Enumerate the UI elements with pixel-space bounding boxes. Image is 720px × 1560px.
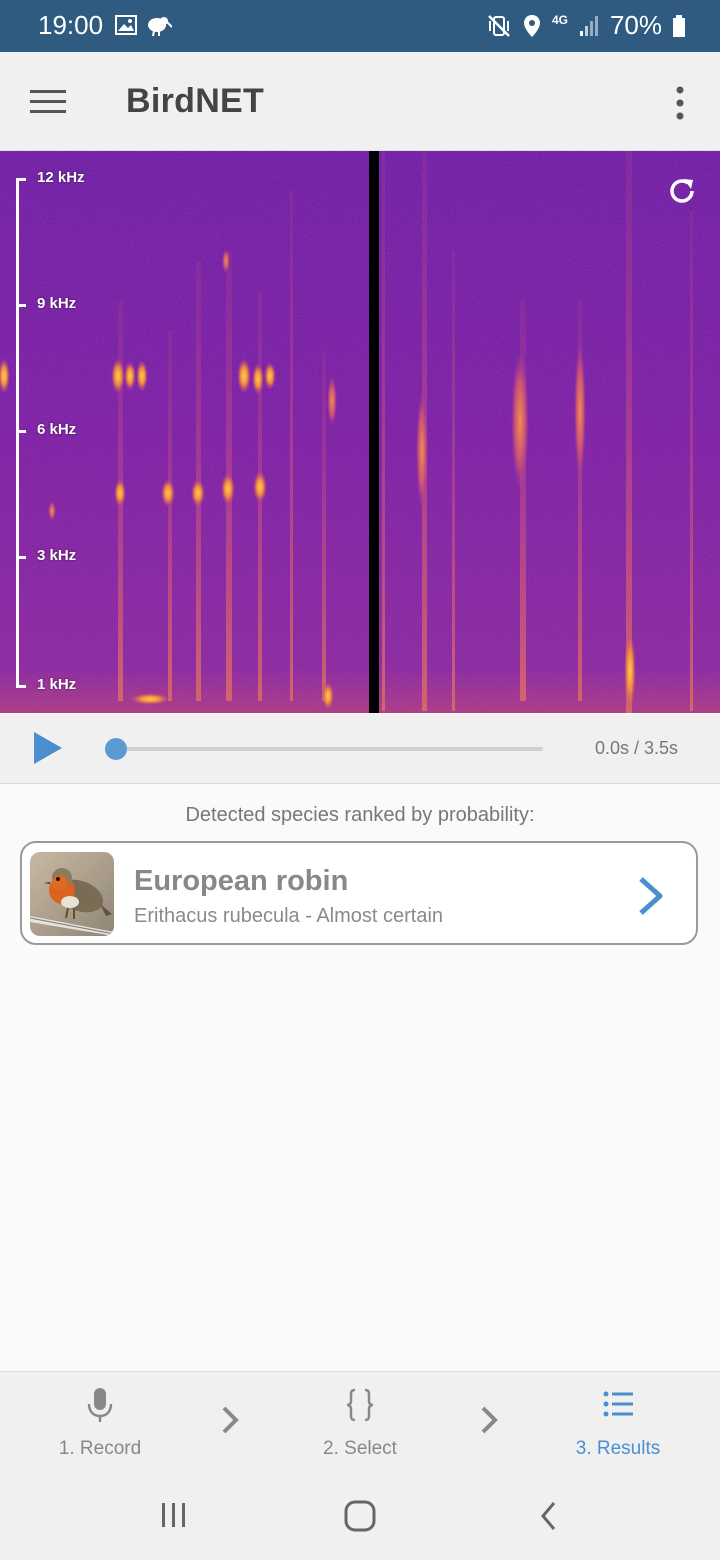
tick-label-9khz: 9 kHz	[37, 295, 77, 312]
axis-tick	[16, 178, 26, 181]
spectrogram-image	[0, 151, 720, 713]
step-label-record: 1. Record	[58, 1438, 142, 1459]
frequency-axis	[16, 178, 19, 688]
recent-apps-icon[interactable]	[159, 1500, 189, 1530]
app-title: BirdNET	[126, 82, 265, 120]
more-vertical-icon[interactable]	[670, 86, 690, 122]
kiwi-icon	[148, 17, 172, 37]
braces-icon	[346, 1388, 374, 1422]
tick-label-6khz: 6 kHz	[37, 421, 77, 438]
step-select[interactable]: 2. Select	[260, 1372, 460, 1477]
system-navigation-bar	[0, 1476, 720, 1560]
list-icon	[603, 1391, 633, 1417]
axis-tick	[16, 430, 26, 433]
4g-icon: 4G	[551, 12, 568, 27]
battery-percentage: 70%	[609, 10, 662, 40]
status-time: 19:00	[38, 10, 104, 40]
step-navigation: 1. Record 2. Select 3. Results	[0, 1371, 720, 1477]
chevron-right-icon	[222, 1406, 239, 1434]
signal-icon	[579, 15, 598, 36]
play-icon[interactable]	[32, 730, 64, 766]
location-icon	[523, 14, 540, 37]
app-bar: BirdNET	[0, 52, 720, 151]
playback-time: 0.0s / 3.5s	[594, 738, 678, 758]
axis-tick	[16, 685, 26, 688]
microphone-icon	[87, 1388, 113, 1422]
gallery-icon	[115, 15, 137, 35]
hamburger-menu-icon[interactable]	[30, 88, 66, 116]
species-common-name: European robin	[134, 865, 349, 897]
species-card[interactable]: European robin Erithacus rubecula - Almo…	[20, 841, 698, 945]
vibrate-mute-icon	[488, 14, 510, 37]
chevron-right-icon	[481, 1406, 498, 1434]
step-results[interactable]: 3. Results	[518, 1372, 718, 1477]
step-label-results: 3. Results	[575, 1438, 661, 1459]
axis-tick	[16, 556, 26, 559]
back-icon[interactable]	[538, 1500, 560, 1532]
results-heading: Detected species ranked by probability:	[185, 804, 535, 826]
step-label-select: 2. Select	[323, 1438, 397, 1459]
species-thumbnail	[30, 852, 114, 936]
audio-player: 0.0s / 3.5s	[0, 714, 720, 784]
battery-icon	[673, 14, 685, 37]
chevron-right-icon[interactable]	[636, 875, 666, 917]
status-bar: 19:00 4G 70%	[0, 0, 720, 52]
species-scientific-name: Erithacus rubecula - Almost certain	[134, 905, 444, 927]
step-record[interactable]: 1. Record	[0, 1372, 200, 1477]
tick-label-1khz: 1 kHz	[37, 676, 77, 693]
home-icon[interactable]	[344, 1500, 376, 1532]
spectrogram[interactable]: 12 kHz 9 kHz 6 kHz 3 kHz 1 kHz	[0, 151, 720, 713]
refresh-icon[interactable]	[664, 173, 700, 209]
axis-tick	[16, 304, 26, 307]
seek-bar[interactable]	[105, 738, 543, 760]
tick-label-12khz: 12 kHz	[37, 169, 85, 186]
seek-bar-thumb[interactable]	[105, 738, 127, 760]
tick-label-3khz: 3 kHz	[37, 547, 77, 564]
